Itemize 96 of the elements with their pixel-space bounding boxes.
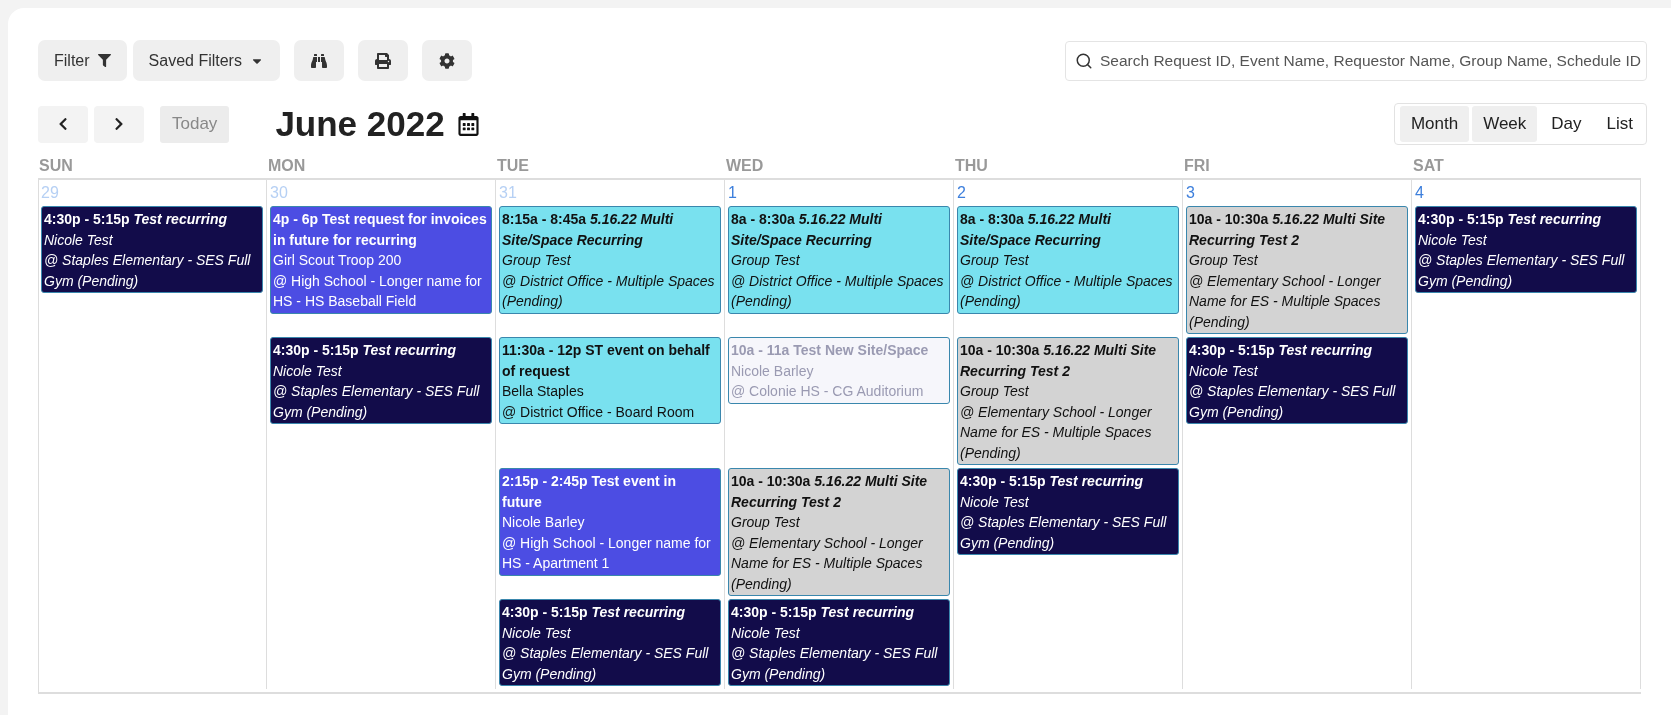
event-location: @ Elementary School - Longer Name for ES - Multiple Spaces (Pending): [731, 533, 924, 594]
event-requester: Nicole Test: [273, 361, 343, 381]
event-heading: 10a - 11a Test New Site/Space: [731, 341, 930, 360]
view-tab[interactable]: Week: [1472, 106, 1538, 142]
binoculars-button[interactable]: [293, 40, 344, 81]
event-heading: 8a - 8:30a 5.16.22 Multi Site/Space Recurring: [731, 210, 883, 250]
event-heading: 2:15p - 2:45p Test event in future: [502, 472, 678, 512]
event-heading: 4:30p - 5:15p Test recurring: [960, 472, 1145, 491]
event-requester: Group Test: [960, 251, 1030, 270]
event-card[interactable]: 4p - 6p Test request for invoices in future for recurring Girl Scout Troop 200 @ High School - Longer name for HS - HS Baseball Field: [270, 206, 492, 314]
print-button[interactable]: [357, 40, 408, 81]
event-heading: 4:30p - 5:15p Test recurring: [502, 603, 687, 622]
event-requester: Group Test: [731, 513, 801, 532]
event-location: @ Staples Elementary - SES Full Gym (Pending): [960, 513, 1168, 553]
event-requester: Group Test: [1189, 251, 1259, 270]
event-location: @ District Office - Multiple Spaces (Pending): [502, 271, 716, 311]
event-card[interactable]: 10a - 10:30a 5.16.22 Multi Site Recurring Test 2 Group Test @ Elementary School - Longer Name for ES - Multiple Spaces (Pending): [728, 468, 950, 596]
event-location: @ High School - Longer name for HS - Apartment 1: [502, 533, 712, 573]
event-location: @ Staples Elementary - SES Full Gym (Pending): [273, 382, 481, 422]
event-heading: 4:30p - 5:15p Test recurring: [273, 341, 458, 360]
weekday-header: SAT: [1412, 157, 1445, 176]
event-card[interactable]: 8a - 8:30a 5.16.22 Multi Site/Space Recurring Group Test @ District Office - Multiple Spaces (Pending): [728, 206, 950, 314]
event-requester: Nicole Barley: [731, 361, 815, 381]
view-tab[interactable]: Day: [1540, 106, 1593, 142]
day-number[interactable]: 1: [725, 180, 954, 206]
weekday-header: TUE: [496, 157, 530, 176]
event-heading: 4:30p - 5:15p Test recurring: [1418, 210, 1603, 229]
settings-button[interactable]: [421, 40, 472, 81]
event-requester: Nicole Test: [731, 623, 801, 643]
view-tab[interactable]: Month: [1399, 106, 1470, 142]
event-card[interactable]: 4:30p - 5:15p Test recurring Nicole Test @ Staples Elementary - SES Full Gym (Pending): [499, 599, 721, 686]
event-location: @ Staples Elementary - SES Full Gym (Pending): [502, 644, 710, 684]
saved-filters-button[interactable]: Saved Filters: [132, 40, 280, 81]
day-number[interactable]: 3: [1183, 180, 1412, 206]
event-card[interactable]: 4:30p - 5:15p Test recurring Nicole Test @ Staples Elementary - SES Full Gym (Pending): [41, 206, 263, 293]
event-card[interactable]: 4:30p - 5:15p Test recurring Nicole Test @ Staples Elementary - SES Full Gym (Pending): [1415, 206, 1637, 293]
event-heading: 10a - 10:30a 5.16.22 Multi Site Recurring Test 2: [731, 472, 929, 512]
day-number[interactable]: 2: [954, 180, 1183, 206]
search-icon: [1075, 51, 1093, 70]
search-field[interactable]: Search Request ID, Event Name, Requestor Name, Group Name, Schedule ID: [1065, 40, 1647, 81]
event-card[interactable]: 8a - 8:30a 5.16.22 Multi Site/Space Recurring Group Test @ District Office - Multiple Spaces (Pending): [957, 206, 1179, 314]
weekday-header: SUN: [38, 157, 74, 176]
settings-icon: [438, 52, 455, 69]
binoculars-icon: [310, 52, 327, 69]
event-requester: Group Test: [731, 251, 801, 270]
event-heading: 4:30p - 5:15p Test recurring: [1189, 341, 1374, 360]
event-requester: Girl Scout Troop 200: [273, 251, 403, 270]
event-heading: 8:15a - 8:45a 5.16.22 Multi Site/Space Recurring: [502, 210, 675, 250]
event-requester: Nicole Test: [44, 230, 114, 250]
event-requester: Bella Staples: [502, 382, 585, 401]
event-heading: 10a - 10:30a 5.16.22 Multi Site Recurring Test 2: [960, 341, 1158, 381]
event-card[interactable]: 4:30p - 5:15p Test recurring Nicole Test @ Staples Elementary - SES Full Gym (Pending): [957, 468, 1179, 555]
event-heading: 10a - 10:30a 5.16.22 Multi Site Recurring Test 2: [1189, 210, 1387, 250]
event-card[interactable]: 4:30p - 5:15p Test recurring Nicole Test @ Staples Elementary - SES Full Gym (Pending): [728, 599, 950, 686]
weekday-header: WED: [725, 157, 765, 176]
event-card[interactable]: 4:30p - 5:15p Test recurring Nicole Test @ Staples Elementary - SES Full Gym (Pending): [1186, 337, 1408, 424]
event-requester: Group Test: [502, 251, 572, 270]
filter-icon: [97, 54, 111, 67]
event-card[interactable]: 11:30a - 12p ST event on behalf of request Bella Staples @ District Office - Board Room: [499, 337, 721, 424]
month-title: June 2022: [275, 104, 445, 144]
event-heading: 8a - 8:30a 5.16.22 Multi Site/Space Recurring: [960, 210, 1112, 250]
event-location: @ District Office - Board Room: [502, 402, 696, 422]
event-location: @ Staples Elementary - SES Full Gym (Pending): [731, 644, 939, 684]
event-location: @ Staples Elementary - SES Full Gym (Pending): [44, 251, 252, 291]
event-heading: 11:30a - 12p ST event on behalf of request: [502, 341, 711, 381]
view-tab[interactable]: List: [1595, 106, 1644, 142]
event-heading: 4:30p - 5:15p Test recurring: [731, 603, 916, 622]
event-location: @ District Office - Multiple Spaces (Pending): [731, 271, 945, 311]
previous-button[interactable]: [38, 105, 88, 143]
event-location: @ High School - Longer name for HS - HS Baseball Field: [273, 271, 483, 311]
event-heading: 4p - 6p Test request for invoices in future for recurring: [273, 210, 488, 250]
filter-button[interactable]: Filter: [38, 40, 127, 81]
event-location: @ Staples Elementary - SES Full Gym (Pending): [1189, 382, 1397, 422]
event-card[interactable]: 10a - 10:30a 5.16.22 Multi Site Recurring Test 2 Group Test @ Elementary School - Longer Name for ES - Multiple Spaces (Pending): [1186, 206, 1408, 334]
event-location: @ Staples Elementary - SES Full Gym (Pending): [1418, 251, 1626, 291]
event-card[interactable]: 8:15a - 8:45a 5.16.22 Multi Site/Space Recurring Group Test @ District Office - Multiple Spaces (Pending): [499, 206, 721, 314]
event-requester: Nicole Barley: [502, 513, 586, 532]
event-requester: Nicole Test: [960, 492, 1030, 512]
day-number[interactable]: 4: [1412, 180, 1641, 206]
event-card[interactable]: 4:30p - 5:15p Test recurring Nicole Test @ Staples Elementary - SES Full Gym (Pending): [270, 337, 492, 424]
event-requester: Nicole Test: [1189, 361, 1259, 381]
event-location: @ District Office - Multiple Spaces (Pending): [960, 271, 1174, 311]
weekday-header: FRI: [1183, 157, 1211, 176]
event-location: @ Elementary School - Longer Name for ES - Multiple Spaces (Pending): [1189, 271, 1382, 332]
print-icon: [374, 52, 391, 69]
event-location: @ Colonie HS - CG Auditorium: [731, 382, 925, 401]
event-card[interactable]: 10a - 10:30a 5.16.22 Multi Site Recurring Test 2 Group Test @ Elementary School - Longer Name for ES - Multiple Spaces (Pending): [957, 337, 1179, 465]
calendar-icon[interactable]: [456, 112, 480, 136]
event-location: @ Elementary School - Longer Name for ES - Multiple Spaces (Pending): [960, 402, 1153, 463]
weekday-header: MON: [267, 157, 307, 176]
event-heading: 4:30p - 5:15p Test recurring: [44, 210, 229, 229]
event-card[interactable]: 2:15p - 2:45p Test event in future Nicole Barley @ High School - Longer name for HS - Apartment 1: [499, 468, 721, 576]
weekday-header: THU: [954, 157, 989, 176]
event-requester: Nicole Test: [1418, 230, 1488, 250]
event-requester: Group Test: [960, 382, 1030, 401]
event-requester: Nicole Test: [502, 623, 572, 643]
